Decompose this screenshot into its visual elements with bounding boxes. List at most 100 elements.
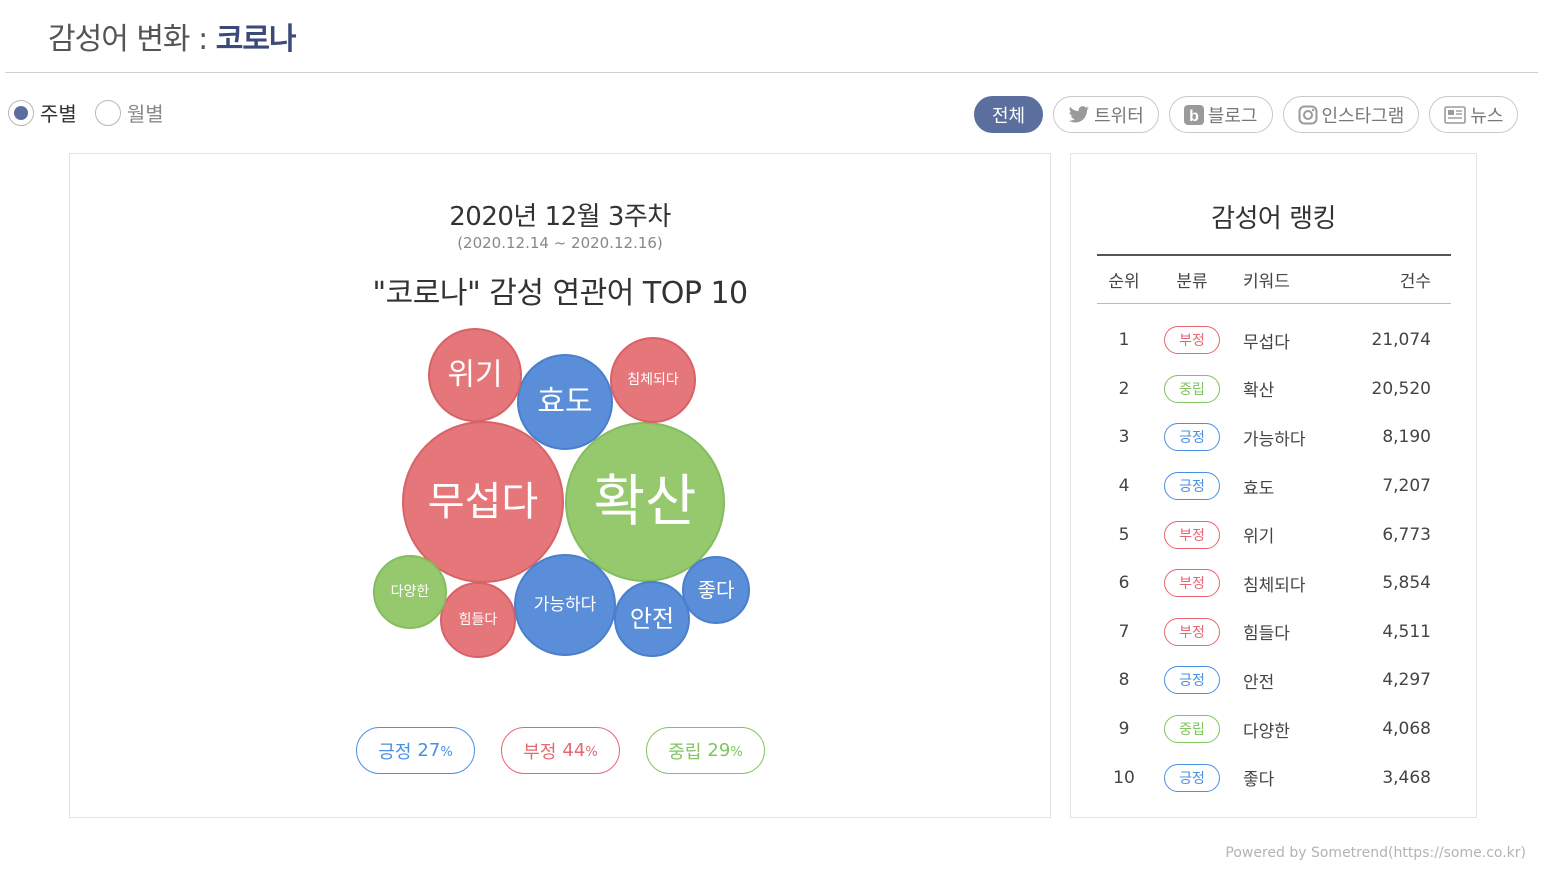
- legend-positive: 긍정 27%: [356, 727, 475, 774]
- channel-twitter-label: 트위터: [1094, 105, 1144, 127]
- bubble-label: 위기: [447, 358, 502, 393]
- header-category: 분류: [1176, 272, 1208, 292]
- row-rank: 1: [1118, 330, 1130, 351]
- legend-neutral: 중립 29%: [646, 727, 765, 774]
- row-count: 6,773: [1382, 524, 1431, 545]
- row-rank: 10: [1113, 767, 1135, 788]
- channel-blog-button[interactable]: b 블로그: [1168, 96, 1273, 133]
- row-count: 4,297: [1382, 670, 1431, 691]
- radio-monthly[interactable]: 월별: [94, 98, 164, 127]
- row-keyword: 무섭다: [1243, 332, 1290, 353]
- radio-weekly-circle[interactable]: [8, 99, 34, 126]
- row-rank: 3: [1118, 427, 1130, 448]
- row-category: 부정: [1151, 569, 1233, 598]
- bubble-0[interactable]: 무섭다: [402, 421, 564, 583]
- legend-negative-unit: %: [585, 745, 598, 760]
- table-row: 8 긍정 안전 4,297: [1097, 656, 1451, 705]
- table-row: 5 부정 위기 6,773: [1097, 510, 1451, 559]
- bubble-label: 힘들다: [459, 612, 498, 628]
- radio-weekly[interactable]: 주별: [8, 98, 77, 127]
- bubble-9[interactable]: 좋다: [682, 556, 750, 624]
- svg-text:b: b: [1189, 108, 1199, 125]
- legend-positive-pct: 27: [417, 740, 441, 761]
- sentiment-tag: 부정: [1164, 520, 1220, 549]
- row-category: 부정: [1151, 326, 1233, 355]
- channel-news-button[interactable]: 뉴스: [1429, 96, 1519, 133]
- row-count: 4,511: [1382, 621, 1431, 642]
- row-keyword: 힘들다: [1243, 624, 1290, 645]
- ranking-table-body: 1 부정 무섭다 21,074 2 중립 확산 20,520 3 긍정 가능하다 8,190 4 긍정 효도…: [1097, 304, 1451, 802]
- row-rank: 5: [1118, 524, 1130, 545]
- sentiment-tag: 긍정: [1164, 472, 1220, 501]
- bubble-chart-panel: 2020년 12월 3주차 (2020.12.14 ~ 2020.12.16) …: [69, 153, 1051, 818]
- row-keyword: 좋다: [1243, 770, 1275, 791]
- instagram-icon: [1298, 105, 1318, 125]
- bubble-7[interactable]: 안전: [614, 581, 690, 657]
- row-count: 21,074: [1371, 330, 1431, 351]
- header-count: 건수: [1399, 272, 1431, 292]
- row-keyword: 안전: [1243, 672, 1275, 693]
- sentiment-tag: 중립: [1164, 715, 1220, 744]
- bubble-label: 다양한: [391, 584, 430, 600]
- row-rank: 7: [1118, 621, 1130, 642]
- channel-news-label: 뉴스: [1470, 105, 1504, 127]
- period-selector: 주별 월별: [8, 98, 182, 127]
- sentiment-tag: 긍정: [1164, 666, 1220, 695]
- page-title-prefix: 감성어 변화 :: [48, 22, 216, 57]
- radio-monthly-label[interactable]: 월별: [127, 98, 164, 127]
- channel-instagram-button[interactable]: 인스타그램: [1282, 96, 1420, 133]
- blog-icon: b: [1183, 104, 1204, 125]
- row-count: 7,207: [1382, 476, 1431, 497]
- row-category: 긍정: [1151, 763, 1233, 792]
- channel-twitter-button[interactable]: 트위터: [1053, 96, 1159, 133]
- legend-negative-pct: 44: [562, 740, 586, 761]
- row-rank: 6: [1118, 573, 1130, 594]
- sentiment-tag: 긍정: [1164, 423, 1220, 452]
- channel-all-button[interactable]: 전체: [974, 96, 1044, 133]
- table-row: 3 긍정 가능하다 8,190: [1097, 413, 1451, 462]
- row-keyword: 다양한: [1243, 721, 1290, 742]
- legend-negative-label: 부정: [523, 741, 557, 763]
- bubble-6[interactable]: 힘들다: [440, 582, 516, 658]
- legend-neutral-label: 중립: [668, 741, 702, 763]
- row-count: 20,520: [1371, 378, 1431, 399]
- legend-neutral-pct: 29: [707, 740, 731, 761]
- radio-monthly-circle[interactable]: [94, 99, 121, 126]
- row-keyword: 침체되다: [1243, 575, 1306, 596]
- channel-all-label: 전체: [992, 105, 1026, 127]
- bubble-3[interactable]: 효도: [517, 354, 613, 450]
- row-category: 긍정: [1151, 472, 1233, 501]
- sentiment-tag: 부정: [1164, 326, 1220, 355]
- row-count: 8,190: [1382, 427, 1431, 448]
- header-keyword: 키워드: [1243, 272, 1290, 292]
- row-category: 부정: [1151, 520, 1233, 549]
- table-row: 10 긍정 좋다 3,468: [1097, 753, 1451, 802]
- radio-weekly-label[interactable]: 주별: [40, 98, 77, 127]
- bubble-2[interactable]: 가능하다: [514, 554, 616, 656]
- sentiment-tag: 중립: [1164, 374, 1220, 403]
- channel-instagram-label: 인스타그램: [1321, 105, 1405, 127]
- bubble-label: 침체되다: [627, 372, 679, 388]
- row-category: 부정: [1151, 617, 1233, 646]
- bubble-4[interactable]: 위기: [428, 328, 522, 422]
- powered-by-credit: Powered by Sometrend(https://some.co.kr): [1225, 845, 1526, 861]
- bubble-label: 좋다: [698, 578, 735, 602]
- channel-filter: 전체 트위터 b 블로그 인스타그램 뉴스: [974, 96, 1519, 133]
- sentiment-tag: 부정: [1164, 617, 1220, 646]
- bubble-1[interactable]: 확산: [565, 422, 725, 582]
- table-row: 2 중립 확산 20,520: [1097, 365, 1451, 414]
- table-row: 7 부정 힘들다 4,511: [1097, 608, 1451, 657]
- ranking-table-header: 순위 분류 키워드 건수: [1097, 254, 1451, 304]
- row-keyword: 효도: [1243, 478, 1275, 499]
- row-keyword: 확산: [1243, 381, 1275, 402]
- header-rank: 순위: [1108, 272, 1140, 292]
- row-category: 중립: [1151, 374, 1233, 403]
- bubble-label: 효도: [537, 385, 592, 420]
- bubble-5[interactable]: 침체되다: [610, 337, 696, 423]
- channel-blog-label: 블로그: [1207, 105, 1258, 127]
- sentiment-tag: 부정: [1164, 569, 1220, 598]
- header-divider: [5, 72, 1538, 73]
- row-keyword: 위기: [1243, 527, 1275, 548]
- bubble-8[interactable]: 다양한: [373, 555, 447, 629]
- row-category: 긍정: [1151, 423, 1233, 452]
